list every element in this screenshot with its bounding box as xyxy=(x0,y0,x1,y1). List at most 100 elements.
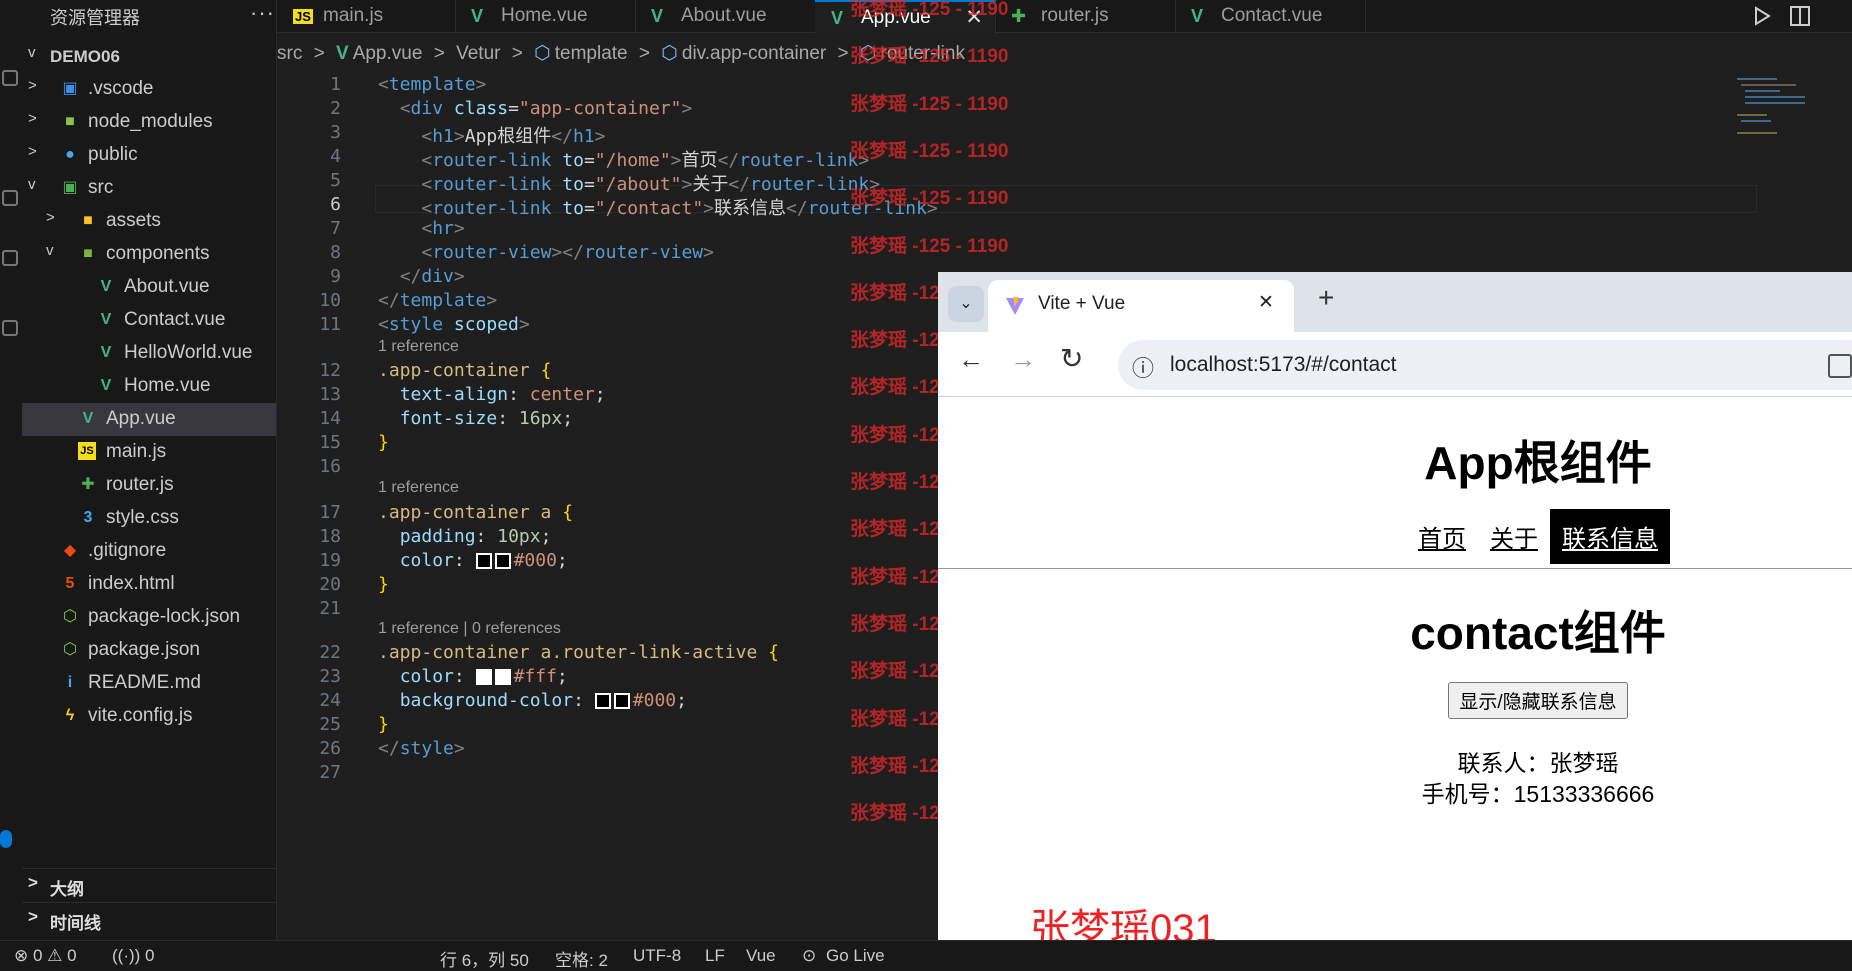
color-swatch[interactable] xyxy=(494,669,511,685)
timeline-section[interactable]: > 时间线 xyxy=(22,902,276,936)
tab-main-js[interactable]: JS main.js xyxy=(277,0,456,32)
outline-section[interactable]: > 大纲 xyxy=(22,868,276,902)
line-ending[interactable]: LF xyxy=(705,946,725,966)
line-number: 24 xyxy=(319,690,341,711)
line-number: 13 xyxy=(319,384,341,405)
tab-about-vue[interactable]: V About.vue xyxy=(635,0,816,32)
tab-home-vue[interactable]: V Home.vue xyxy=(455,0,636,32)
problems-indicator[interactable]: ⊗ 0 ⚠ 0 xyxy=(14,946,77,966)
breadcrumb-item[interactable]: App.vue xyxy=(353,43,423,64)
tree-item[interactable]: V HelloWorld.vue xyxy=(22,337,276,370)
tree-item[interactable]: v ▣ src xyxy=(22,172,276,205)
tree-item[interactable]: i README.md xyxy=(22,667,276,700)
back-button[interactable]: ← xyxy=(958,344,984,375)
chevron-right-icon: > xyxy=(28,110,37,127)
color-swatch[interactable] xyxy=(613,693,630,709)
site-info-icon[interactable]: ⓘ xyxy=(1132,351,1154,383)
tree-item[interactable]: V App.vue xyxy=(22,403,276,436)
codelens-references[interactable]: 1 reference xyxy=(378,479,459,497)
cursor-position[interactable]: 行 6，列 50 xyxy=(440,946,529,971)
codelens-references[interactable]: 1 reference xyxy=(378,338,459,356)
assets-folder-icon: ■ xyxy=(83,212,93,229)
accounts-icon[interactable] xyxy=(0,830,12,848)
vue-file-icon: V xyxy=(336,43,349,64)
tab-router-js[interactable]: ✚ router.js xyxy=(995,0,1176,32)
tree-item[interactable]: > ● public xyxy=(22,139,276,172)
browser-window: ⌄ Vite + Vue ✕ + ← → ↻ ⓘ localhost:5173/… xyxy=(938,272,1852,970)
url-text[interactable]: localhost:5173/#/contact xyxy=(1170,353,1397,377)
tree-item-label: router.js xyxy=(106,474,174,495)
minimap[interactable] xyxy=(1737,74,1827,154)
address-bar[interactable]: ⓘ localhost:5173/#/contact xyxy=(1118,340,1852,390)
code-line: font-size: 16px; xyxy=(399,408,574,429)
breadcrumb-item[interactable]: Vetur xyxy=(456,43,500,64)
breadcrumb-item[interactable]: div.app-container xyxy=(682,43,826,64)
tree-item-label: Contact.vue xyxy=(124,309,226,330)
extensions-icon[interactable] xyxy=(2,320,18,336)
node-json-icon: ⬡ xyxy=(63,608,77,625)
tree-item[interactable]: V About.vue xyxy=(22,271,276,304)
color-swatch[interactable] xyxy=(494,553,511,569)
tree-item[interactable]: 5 index.html xyxy=(22,568,276,601)
tree-item[interactable]: > ▣ .vscode xyxy=(22,73,276,106)
chevron-right-icon: > xyxy=(46,209,55,226)
breadcrumb-separator: > xyxy=(511,43,523,64)
tree-item[interactable]: ✚ router.js xyxy=(22,469,276,502)
tree-item[interactable]: JS main.js xyxy=(22,436,276,469)
color-swatch[interactable] xyxy=(475,553,492,569)
search-icon[interactable] xyxy=(2,70,18,86)
code-line: </div> xyxy=(399,266,465,287)
ports-indicator[interactable]: ((·)) 0 xyxy=(112,946,154,966)
nav-link-contact-active[interactable]: 联系信息 xyxy=(1550,509,1670,564)
encoding[interactable]: UTF-8 xyxy=(633,946,681,966)
toggle-button-wrap: 显示/隐藏联系信息 xyxy=(938,682,1852,719)
toggle-contact-button[interactable]: 显示/隐藏联系信息 xyxy=(1448,682,1628,719)
color-swatch[interactable] xyxy=(594,693,611,709)
tree-item-label: index.html xyxy=(88,573,175,594)
translate-icon[interactable] xyxy=(1828,354,1852,378)
tree-item[interactable]: 3 style.css xyxy=(22,502,276,535)
go-live-button[interactable]: Go Live xyxy=(826,946,885,966)
run-icon[interactable] xyxy=(1752,5,1772,27)
tree-item[interactable]: ⬡ package.json xyxy=(22,634,276,667)
breadcrumb-item[interactable]: src xyxy=(277,43,302,64)
tree-item[interactable]: ⬡ package-lock.json xyxy=(22,601,276,634)
browser-tab[interactable]: Vite + Vue ✕ xyxy=(988,280,1294,332)
project-root[interactable]: v DEMO06 xyxy=(22,40,276,73)
tree-item-label: assets xyxy=(106,210,161,231)
run-debug-icon[interactable] xyxy=(2,250,18,266)
breadcrumb-item[interactable]: template xyxy=(555,43,628,64)
close-icon[interactable]: ✕ xyxy=(1258,291,1274,314)
new-tab-button[interactable]: + xyxy=(1318,282,1334,314)
tab-label: About.vue xyxy=(681,5,767,26)
code-line: <hr> xyxy=(421,218,465,239)
code-line: } xyxy=(378,574,389,595)
tab-search-icon[interactable]: ⌄ xyxy=(948,286,984,322)
source-control-icon[interactable] xyxy=(2,190,18,206)
reload-button[interactable]: ↻ xyxy=(1060,342,1083,375)
indentation[interactable]: 空格: 2 xyxy=(555,946,608,971)
line-number: 20 xyxy=(319,574,341,595)
tree-item[interactable]: V Home.vue xyxy=(22,370,276,403)
codelens-references[interactable]: 1 reference | 0 references xyxy=(378,620,561,638)
forward-button[interactable]: → xyxy=(1010,344,1036,375)
breadcrumb-separator: > xyxy=(837,43,849,64)
breadcrumb-separator: > xyxy=(638,43,650,64)
tree-item[interactable]: > ■ node_modules xyxy=(22,106,276,139)
tree-item[interactable]: > ■ assets xyxy=(22,205,276,238)
nav-link-home[interactable]: 首页 xyxy=(1406,509,1478,564)
nav-link-about[interactable]: 关于 xyxy=(1478,509,1550,564)
tree-item[interactable]: ϟ vite.config.js xyxy=(22,700,276,733)
color-swatch[interactable] xyxy=(475,669,492,685)
split-editor-icon[interactable] xyxy=(1789,5,1811,27)
timeline-label: 时间线 xyxy=(50,914,101,933)
tab-contact-vue[interactable]: V Contact.vue xyxy=(1175,0,1366,32)
language-mode[interactable]: Vue xyxy=(746,946,776,966)
code-line: <router-link to="/about">关于</router-link… xyxy=(421,174,881,195)
status-bar: ⊗ 0 ⚠ 0 ((·)) 0 行 6，列 50 空格: 2 UTF-8 LF … xyxy=(0,940,1852,971)
tree-item[interactable]: V Contact.vue xyxy=(22,304,276,337)
more-actions-icon[interactable]: ··· xyxy=(250,0,275,26)
tree-item[interactable]: v ■ components xyxy=(22,238,276,271)
line-number: 16 xyxy=(319,456,341,477)
tree-item[interactable]: ◆ .gitignore xyxy=(22,535,276,568)
